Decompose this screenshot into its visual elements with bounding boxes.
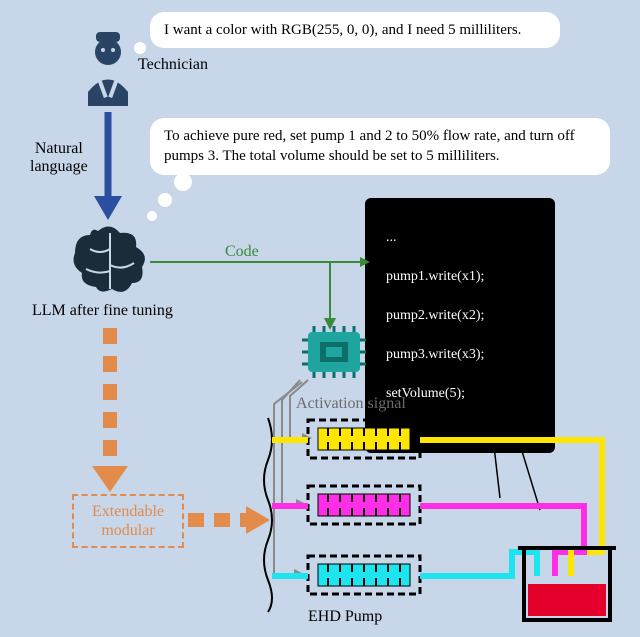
beaker-icon [518,548,616,620]
arrow-extendable-right [188,506,270,534]
thought-dot [134,42,146,54]
arduino-icon [302,326,366,378]
thought-dot [174,173,192,191]
arrow-code [150,257,370,330]
color-fluid-leaders [452,412,540,510]
technician-icon [88,32,128,106]
arrow-natural-language [94,112,122,220]
thought-dot [147,211,157,221]
diagram-svg [0,0,640,637]
thought-dot [158,193,172,207]
activation-signal-lines [274,380,312,579]
wavy-line-icon [264,418,272,612]
ehd-pump-yellow [308,420,420,458]
brain-icon [74,226,145,291]
ehd-pump-cyan [308,556,420,594]
arrow-extendable-down [92,328,128,492]
ehd-pump-magenta [308,486,420,524]
